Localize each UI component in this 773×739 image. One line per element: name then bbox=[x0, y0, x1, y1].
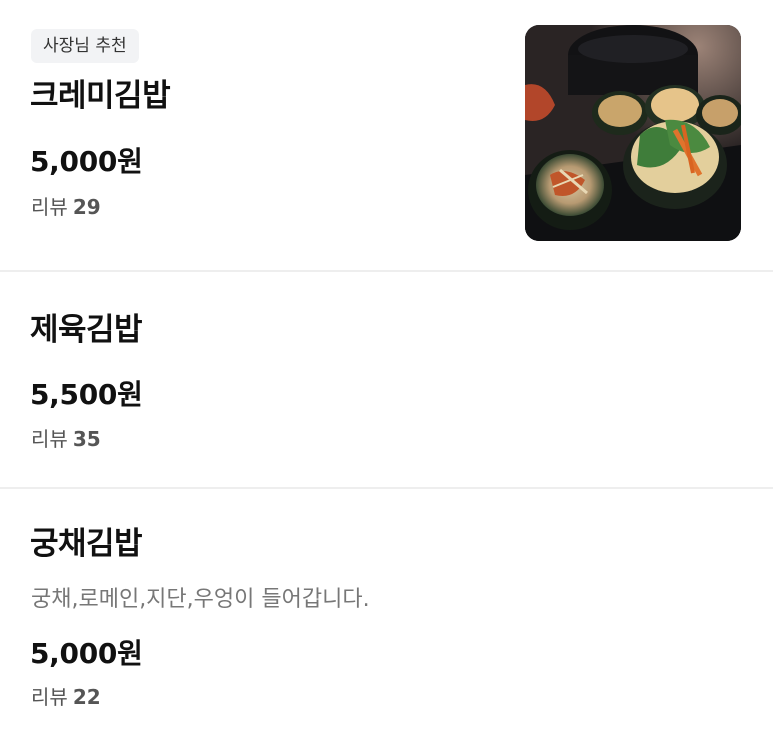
menu-item-gungchae-gimbap[interactable]: 궁채김밥 궁채,로메인,지단,우엉이 들어갑니다. 5,000원 리뷰 22 bbox=[0, 488, 773, 739]
review-label: 리뷰 bbox=[31, 427, 68, 451]
menu-item-reviews: 리뷰 22 bbox=[31, 683, 101, 711]
menu-item-jeyuk-gimbap[interactable]: 제육김밥 5,500원 리뷰 35 bbox=[0, 272, 773, 488]
review-count: 29 bbox=[72, 195, 101, 219]
menu-item-reviews: 리뷰 35 bbox=[31, 425, 101, 453]
owner-recommend-badge: 사장님 추천 bbox=[31, 29, 139, 63]
menu-item-price: 5,000원 bbox=[30, 145, 143, 178]
gimbap-photo-icon bbox=[525, 25, 741, 241]
review-count: 35 bbox=[72, 427, 101, 451]
review-label: 리뷰 bbox=[31, 195, 68, 219]
review-count: 22 bbox=[72, 685, 101, 709]
menu-item-reviews: 리뷰 29 bbox=[31, 193, 101, 221]
menu-list: 사장님 추천 크레미김밥 5,000원 리뷰 29 제육김밥 5,500원 리뷰… bbox=[0, 0, 773, 739]
menu-item-name: 궁채김밥 bbox=[30, 526, 143, 562]
menu-item-cremi-gimbap[interactable]: 사장님 추천 크레미김밥 5,000원 리뷰 29 bbox=[0, 0, 773, 272]
menu-item-price: 5,500원 bbox=[30, 378, 143, 411]
menu-item-price: 5,000원 bbox=[30, 637, 143, 670]
menu-item-description: 궁채,로메인,지단,우엉이 들어갑니다. bbox=[31, 587, 370, 612]
menu-item-photo[interactable] bbox=[525, 25, 741, 241]
menu-item-name: 제육김밥 bbox=[30, 312, 143, 348]
menu-item-name: 크레미김밥 bbox=[30, 78, 171, 114]
review-label: 리뷰 bbox=[31, 685, 68, 709]
